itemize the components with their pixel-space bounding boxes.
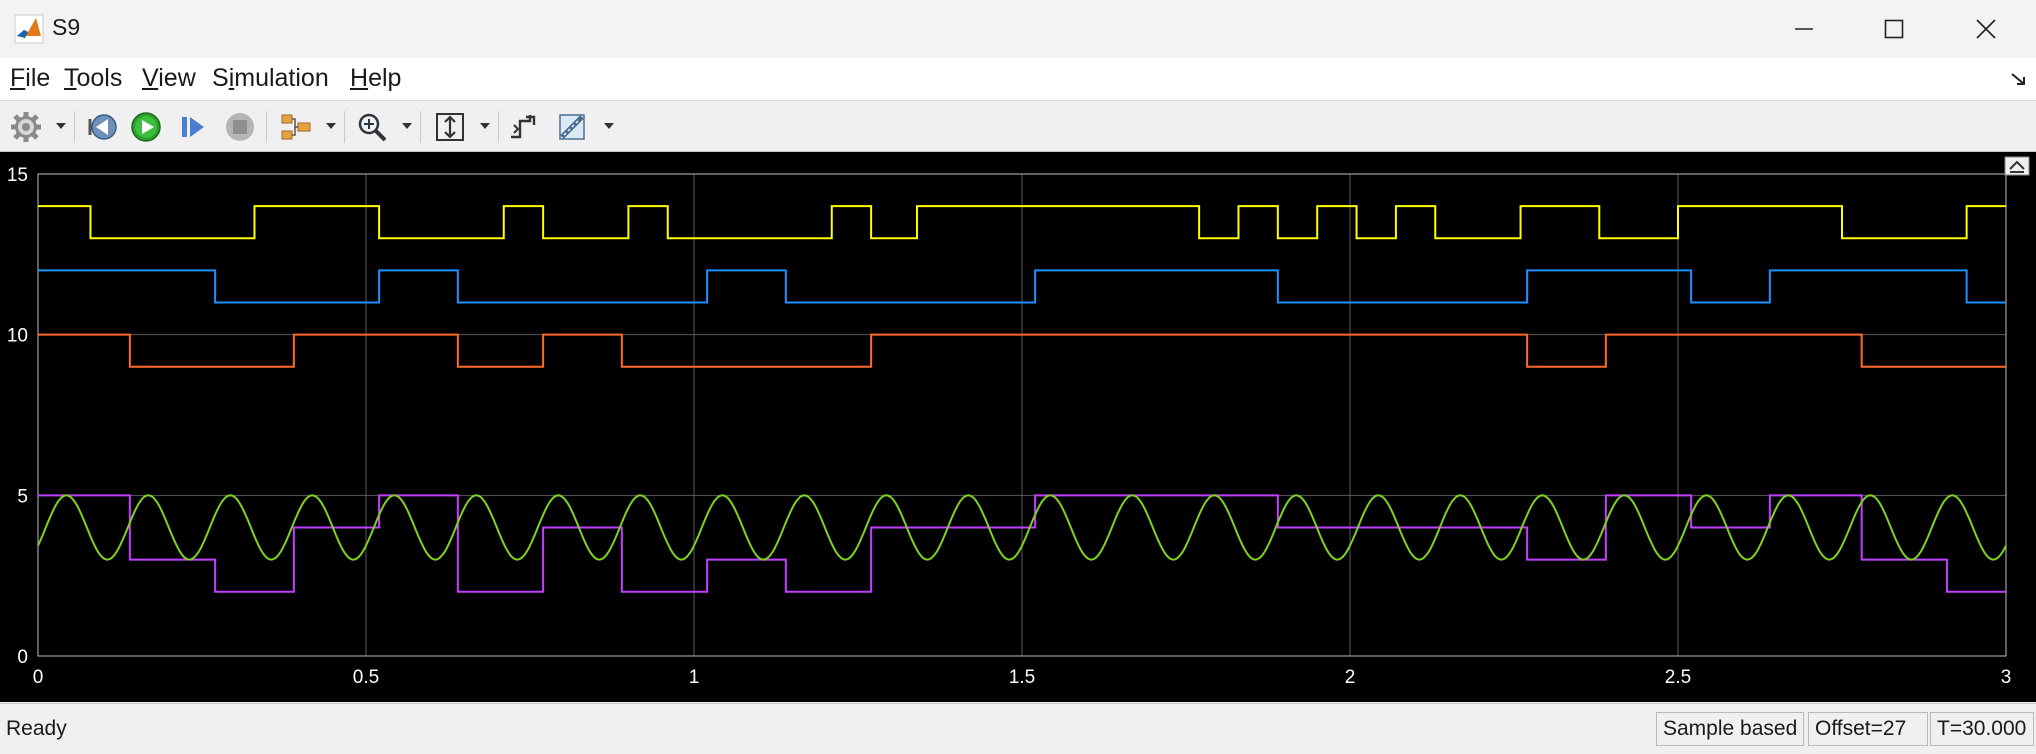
zoom-icon[interactable] bbox=[356, 111, 388, 143]
status-ready: Ready bbox=[6, 717, 67, 740]
maximize-button[interactable] bbox=[1848, 0, 1940, 58]
sample-mode-indicator: Sample based bbox=[1656, 712, 1804, 746]
toolbar-separator bbox=[74, 111, 75, 143]
toolbar-separator bbox=[498, 111, 499, 143]
menu-tools[interactable]: Tools bbox=[64, 64, 122, 93]
zoom-dropdown-icon[interactable] bbox=[402, 123, 412, 129]
scope-plot[interactable]: 0 0.5 1 1.5 2 2.5 3 0 5 10 15 bbox=[0, 152, 2036, 702]
maximize-icon bbox=[1884, 19, 1904, 39]
step-forward-icon[interactable] bbox=[178, 111, 210, 143]
undock-arrow-icon[interactable] bbox=[2010, 70, 2028, 88]
scope-display[interactable]: 0 0.5 1 1.5 2 2.5 3 0 5 10 15 bbox=[0, 152, 2036, 702]
title-bar: S9 bbox=[0, 0, 2036, 58]
toolbar-separator bbox=[420, 111, 421, 143]
run-icon[interactable] bbox=[130, 111, 162, 143]
close-button[interactable] bbox=[1940, 0, 2032, 58]
measurements-dropdown-icon[interactable] bbox=[604, 123, 614, 129]
x-tick-label: 1.5 bbox=[1009, 667, 1035, 688]
y-tick-label: 10 bbox=[7, 326, 28, 347]
x-tick-label: 0.5 bbox=[353, 667, 379, 688]
menu-view[interactable]: View bbox=[142, 64, 196, 93]
settings-dropdown-icon[interactable] bbox=[56, 123, 66, 129]
y-tick-label: 0 bbox=[17, 647, 28, 668]
matlab-logo-icon bbox=[14, 14, 44, 44]
signal-selector-dropdown-icon[interactable] bbox=[326, 123, 336, 129]
toolbar-separator bbox=[266, 111, 267, 143]
minimize-button[interactable] bbox=[1758, 0, 1850, 58]
x-tick-label: 0 bbox=[33, 667, 44, 688]
window-title: S9 bbox=[52, 14, 81, 40]
x-tick-label: 3 bbox=[2001, 667, 2012, 688]
x-tick-label: 1 bbox=[689, 667, 700, 688]
stop-icon[interactable] bbox=[224, 111, 256, 143]
status-bar: Ready Sample based Offset=27 T=30.000 bbox=[0, 703, 2036, 754]
close-icon bbox=[1976, 19, 1996, 39]
menu-file[interactable]: File bbox=[10, 64, 50, 93]
autoscale-dropdown-icon[interactable] bbox=[480, 123, 490, 129]
step-back-icon[interactable] bbox=[86, 111, 118, 143]
menu-help[interactable]: Help bbox=[350, 64, 401, 93]
toolbar bbox=[0, 101, 2036, 152]
y-tick-label: 5 bbox=[17, 486, 28, 507]
triggers-icon[interactable] bbox=[508, 111, 540, 143]
measurements-icon[interactable] bbox=[556, 111, 588, 143]
y-tick-label: 15 bbox=[7, 165, 28, 186]
time-indicator: T=30.000 bbox=[1930, 712, 2034, 746]
minimize-icon bbox=[1795, 28, 1813, 30]
signal-selector-icon[interactable] bbox=[280, 111, 312, 143]
x-tick-label: 2 bbox=[1345, 667, 1356, 688]
settings-gear-icon[interactable] bbox=[10, 111, 42, 143]
toolbar-separator bbox=[344, 111, 345, 143]
menu-simulation[interactable]: Simulation bbox=[212, 64, 329, 93]
menu-bar: File Tools View Simulation Help bbox=[0, 58, 2036, 101]
autoscale-icon[interactable] bbox=[434, 111, 466, 143]
legend-toggle-icon[interactable] bbox=[2004, 156, 2030, 176]
x-tick-label: 2.5 bbox=[1665, 667, 1691, 688]
offset-indicator: Offset=27 bbox=[1808, 712, 1928, 746]
